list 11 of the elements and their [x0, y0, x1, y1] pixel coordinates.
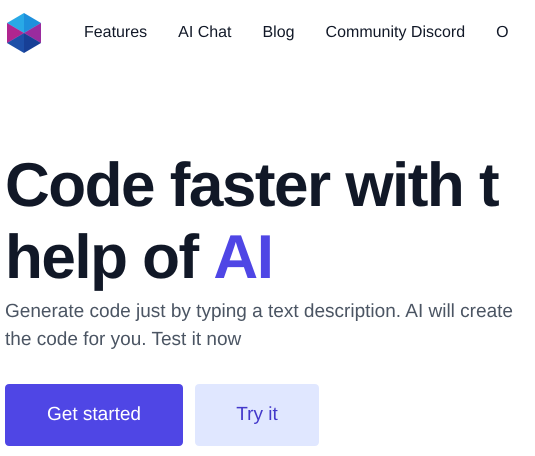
- nav-link[interactable]: O: [496, 24, 509, 42]
- nav-link[interactable]: Features: [84, 24, 148, 42]
- get-started-button[interactable]: Get started: [5, 384, 183, 446]
- hero-heading: Code faster with t: [5, 150, 500, 222]
- logo-icon[interactable]: [6, 13, 42, 53]
- try-button[interactable]: Try it: [195, 384, 319, 446]
- nav-link[interactable]: Blog: [262, 24, 295, 42]
- hero-heading: help of AI: [5, 222, 274, 294]
- hero-subtitle: Generate code just by typing a text description. AI will create the code for you. Test it now: [5, 300, 514, 352]
- nav-link[interactable]: AI Chat: [178, 24, 232, 42]
- nav-link[interactable]: Community Discord: [326, 24, 466, 42]
